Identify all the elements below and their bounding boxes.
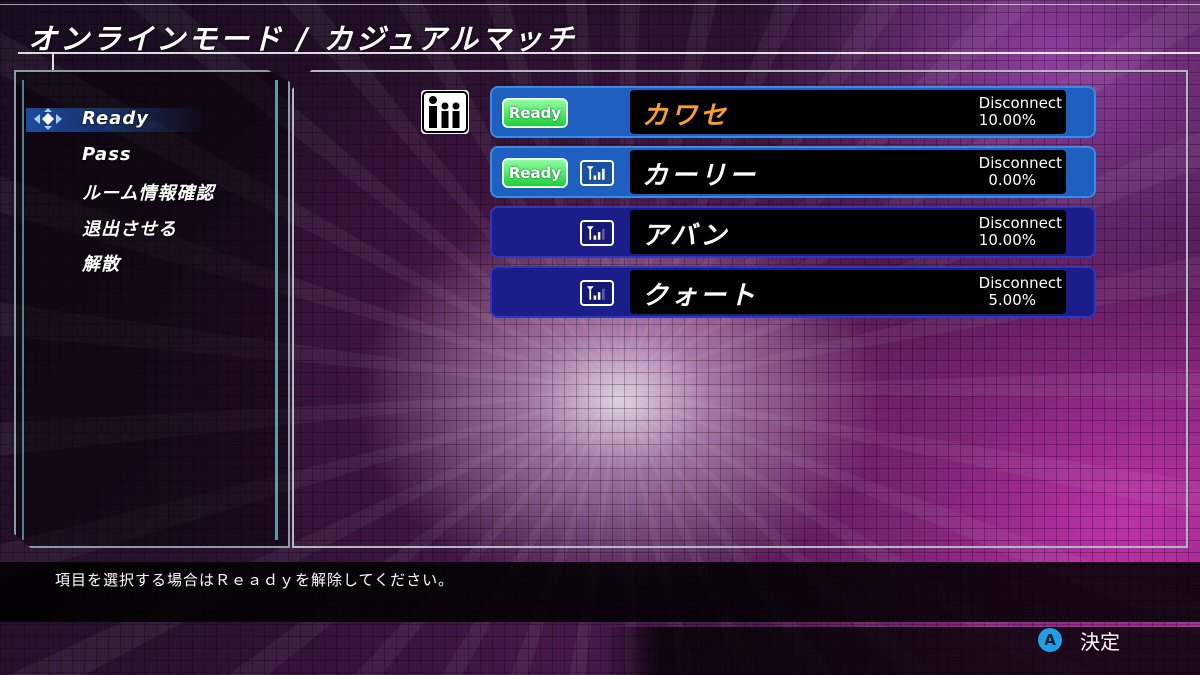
a-button-icon: A (1038, 628, 1062, 652)
disconnect-label: Disconnect (978, 214, 1062, 232)
title-connector (52, 52, 54, 70)
player-row[interactable]: アバン Disconnect 10.00% (490, 206, 1096, 258)
signal-icon (580, 280, 614, 306)
menu-item-kick[interactable]: 退出させる (82, 215, 214, 251)
confirm-label[interactable]: 決定 (1080, 626, 1120, 655)
player-name: カーリー (642, 161, 759, 191)
player-row[interactable]: クォート Disconnect 5.00% (490, 266, 1096, 318)
player-name-box: クォート Disconnect 5.00% (630, 270, 1066, 314)
help-bar: 項目を選択する場合はＲｅａｄｙを解除してください。 (0, 562, 1200, 622)
menu-item-disband[interactable]: 解散 (82, 250, 214, 286)
menu-list: Ready Pass ルーム情報確認 退出させる 解散 (82, 108, 214, 286)
menu-item-pass[interactable]: Pass (82, 144, 214, 180)
disconnect-label: Disconnect (978, 274, 1062, 292)
top-divider (0, 4, 1200, 5)
ready-badge: Ready (502, 158, 568, 188)
disconnect-rate: 5.00% (988, 291, 1036, 309)
player-name-box: アバン Disconnect 10.00% (630, 210, 1066, 254)
menu-item-room-info[interactable]: ルーム情報確認 (82, 179, 214, 215)
ready-badge: Ready (502, 98, 568, 128)
disconnect-rate: 10.00% (978, 231, 1036, 249)
player-name: クォート (642, 281, 759, 311)
signal-icon (580, 160, 614, 186)
disconnect-rate: 0.00% (988, 171, 1036, 189)
signal-icon (580, 220, 614, 246)
player-name: アバン (642, 221, 730, 251)
title-divider (18, 52, 1200, 54)
player-row[interactable]: Ready カワセ Disconnect 10.00% (490, 86, 1096, 138)
player-name-box: カーリー Disconnect 0.00% (630, 150, 1066, 194)
player-name-box: カワセ Disconnect 10.00% (630, 90, 1066, 134)
disconnect-label: Disconnect (978, 94, 1062, 112)
host-room-icon (421, 90, 469, 134)
help-text: 項目を選択する場合はＲｅａｄｙを解除してください。 (55, 571, 455, 589)
disconnect-label: Disconnect (978, 154, 1062, 172)
player-row[interactable]: Ready カーリー Disconnect 0.00% (490, 146, 1096, 198)
disconnect-rate: 10.00% (978, 111, 1036, 129)
menu-cursor-icon (34, 108, 62, 130)
player-name: カワセ (642, 101, 730, 131)
menu-item-ready[interactable]: Ready (82, 108, 214, 144)
